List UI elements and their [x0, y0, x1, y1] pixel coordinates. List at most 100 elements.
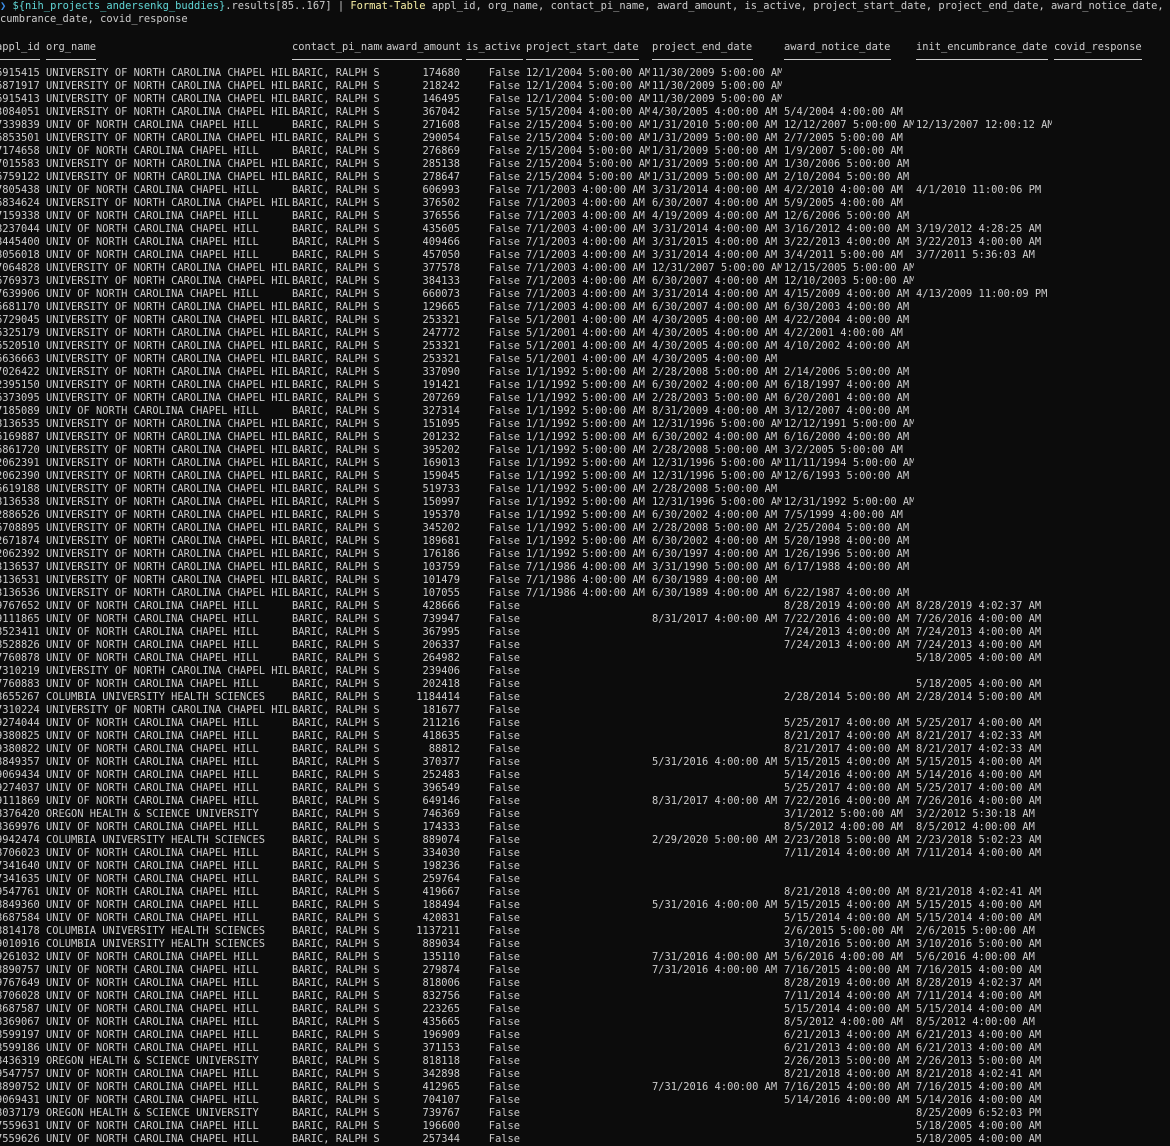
cell-org-name: UNIVERSITY OF NORTH CAROLINA CHAPEL HILL [46, 171, 290, 183]
cell-init-encumbrance-date: 7/26/2016 4:00:00 AM [916, 795, 1042, 807]
cell-project-start-date: 7/1/2003 4:00:00 AM [526, 184, 645, 196]
cell-contact-pi-name: BARIC, RALPH S [292, 158, 380, 170]
cell-contact-pi-name: BARIC, RALPH S [292, 93, 380, 105]
cell-contact-pi-name: BARIC, RALPH S [292, 249, 380, 261]
cell-project-end-date [652, 1055, 782, 1068]
cell-covid-response [1054, 67, 1144, 80]
cell-project-start-date [526, 652, 650, 665]
cell-project-end-date: 2/28/2003 5:00:00 AM [652, 392, 778, 404]
column-underline [46, 59, 96, 60]
cell-project-start-date: 1/1/1992 5:00:00 AM [526, 366, 645, 378]
table-row: 7174658 UNIV OF NORTH CAROLINA CHAPEL HIL… [0, 145, 1170, 158]
cell-award-amount: 435665 [422, 1016, 460, 1028]
cell-contact-pi-name: BARIC, RALPH S [292, 808, 380, 820]
cell-award-amount: 198236 [422, 860, 460, 872]
cell-award-amount: 376502 [422, 197, 460, 209]
cell-project-end-date: 3/31/2014 4:00:00 AM [652, 223, 778, 235]
cell-project-end-date: 6/30/2002 4:00:00 AM [652, 379, 778, 391]
cell-covid-response [1054, 613, 1144, 626]
column-underline [652, 59, 753, 60]
cell-award-amount: 428666 [422, 600, 460, 612]
cell-award-notice-date [784, 678, 914, 691]
cell-org-name: UNIVERSITY OF NORTH CAROLINA CHAPEL HILL [46, 197, 290, 209]
column-header-init-encumbrance-date: init_encumbrance_date [916, 41, 1048, 53]
cell-award-amount: 223265 [422, 1003, 460, 1015]
cell-covid-response [1054, 418, 1144, 431]
command-prompt-line[interactable]: ❯ ${nih_projects_andersenkg_buddies}.res… [0, 0, 1170, 13]
cell-award-amount: 1184414 [416, 691, 460, 703]
cell-contact-pi-name: BARIC, RALPH S [292, 925, 380, 937]
cell-covid-response [1054, 327, 1144, 340]
cell-contact-pi-name: BARIC, RALPH S [292, 314, 380, 326]
cell-project-start-date: 1/1/1992 5:00:00 AM [526, 431, 645, 443]
cell-org-name: UNIV OF NORTH CAROLINA CHAPEL HILL [46, 782, 259, 794]
cell-contact-pi-name: BARIC, RALPH S [292, 288, 380, 300]
cell-is-active: False [488, 990, 520, 1002]
cell-covid-response [1054, 340, 1144, 353]
cell-init-encumbrance-date: 8/25/2009 6:52:03 PM [916, 1107, 1042, 1119]
cell-award-amount: 218242 [422, 80, 460, 92]
cell-project-start-date: 12/1/2004 5:00:00 AM [526, 93, 650, 105]
cell-contact-pi-name: BARIC, RALPH S [292, 470, 380, 482]
cell-appl-id: 7174658 [0, 145, 40, 157]
cell-project-end-date [652, 808, 782, 821]
cell-appl-id: 6636663 [0, 353, 40, 365]
cell-is-active: False [488, 535, 520, 547]
cell-is-active: False [488, 613, 520, 625]
cell-project-start-date: 1/1/1992 5:00:00 AM [526, 470, 645, 482]
cell-org-name: UNIV OF NORTH CAROLINA CHAPEL HILL [46, 652, 259, 664]
cell-init-encumbrance-date: 2/6/2015 5:00:00 AM [916, 925, 1035, 937]
cell-contact-pi-name: BARIC, RALPH S [292, 795, 380, 807]
table-row: 3136531 UNIVERSITY OF NORTH CAROLINA CHAP… [0, 574, 1170, 587]
cell-init-encumbrance-date: 6/21/2013 4:00:00 AM [916, 1029, 1042, 1041]
cell-award-amount: 396549 [422, 782, 460, 794]
cell-covid-response [1054, 184, 1144, 197]
cell-award-notice-date: 12/31/1992 5:00:00 AM [784, 496, 914, 508]
cell-project-end-date: 4/30/2005 4:00:00 AM [652, 340, 778, 352]
table-row: 9261032 UNIV OF NORTH CAROLINA CHAPEL HIL… [0, 951, 1170, 964]
cell-award-notice-date: 8/21/2017 4:00:00 AM [784, 730, 910, 742]
table-row: 7015583 UNIVERSITY OF NORTH CAROLINA CHAP… [0, 158, 1170, 171]
cell-project-start-date: 2/15/2004 5:00:00 AM [526, 171, 650, 183]
cell-contact-pi-name: BARIC, RALPH S [292, 405, 380, 417]
cell-org-name: UNIVERSITY OF NORTH CAROLINA CHAPEL HILL [46, 522, 290, 534]
cell-award-notice-date: 3/22/2013 4:00:00 AM [784, 236, 910, 248]
cell-award-amount: 412965 [422, 1081, 460, 1093]
cell-is-active: False [488, 886, 520, 898]
cell-is-active: False [488, 80, 520, 92]
cell-appl-id: 6169887 [0, 431, 40, 443]
cell-project-end-date: 11/30/2009 5:00:00 AM [652, 80, 782, 92]
cell-award-amount: 420831 [422, 912, 460, 924]
cell-contact-pi-name: BARIC, RALPH S [292, 717, 380, 729]
cell-project-start-date: 1/1/1992 5:00:00 AM [526, 405, 645, 417]
cell-award-notice-date: 8/5/2012 4:00:00 AM [784, 821, 903, 833]
cell-contact-pi-name: BARIC, RALPH S [292, 951, 380, 963]
cell-project-start-date: 7/1/2003 4:00:00 AM [526, 249, 645, 261]
cell-covid-response [1054, 964, 1144, 977]
table-row: 8136538 UNIVERSITY OF NORTH CAROLINA CHAP… [0, 496, 1170, 509]
cell-org-name: UNIV OF NORTH CAROLINA CHAPEL HILL [46, 1016, 259, 1028]
cell-project-start-date [526, 912, 650, 925]
table-row: 8037179 OREGON HEALTH & SCIENCE UNIVERSIT… [0, 1107, 1170, 1120]
cell-project-start-date: 1/1/1992 5:00:00 AM [526, 444, 645, 456]
cell-award-notice-date: 3/1/2012 5:00:00 AM [784, 808, 903, 820]
cell-org-name: UNIVERSITY OF NORTH CAROLINA CHAPEL HILL [46, 392, 290, 404]
cell-contact-pi-name: BARIC, RALPH S [292, 106, 380, 118]
cell-project-end-date [652, 847, 782, 860]
cell-award-notice-date: 7/22/2016 4:00:00 AM [784, 795, 910, 807]
cell-org-name: UNIV OF NORTH CAROLINA CHAPEL HILL [46, 1029, 259, 1041]
cell-award-notice-date: 7/16/2015 4:00:00 AM [784, 1081, 910, 1093]
cell-contact-pi-name: BARIC, RALPH S [292, 1042, 380, 1054]
cell-project-end-date [652, 925, 782, 938]
cell-award-notice-date: 6/16/2000 4:00:00 AM [784, 431, 910, 443]
cell-award-amount: 195370 [422, 509, 460, 521]
cell-award-notice-date: 4/15/2009 4:00:00 AM [784, 288, 910, 300]
table-row: 6520510 UNIVERSITY OF NORTH CAROLINA CHAP… [0, 340, 1170, 353]
cell-org-name: UNIV OF NORTH CAROLINA CHAPEL HILL [46, 678, 259, 690]
cell-appl-id: 7341640 [0, 860, 40, 872]
column-header-covid-response: covid_response [1054, 41, 1142, 53]
cell-project-end-date [652, 769, 782, 782]
cell-is-active: False [488, 327, 520, 339]
cell-award-amount: 285138 [422, 158, 460, 170]
cell-is-active: False [488, 444, 520, 456]
